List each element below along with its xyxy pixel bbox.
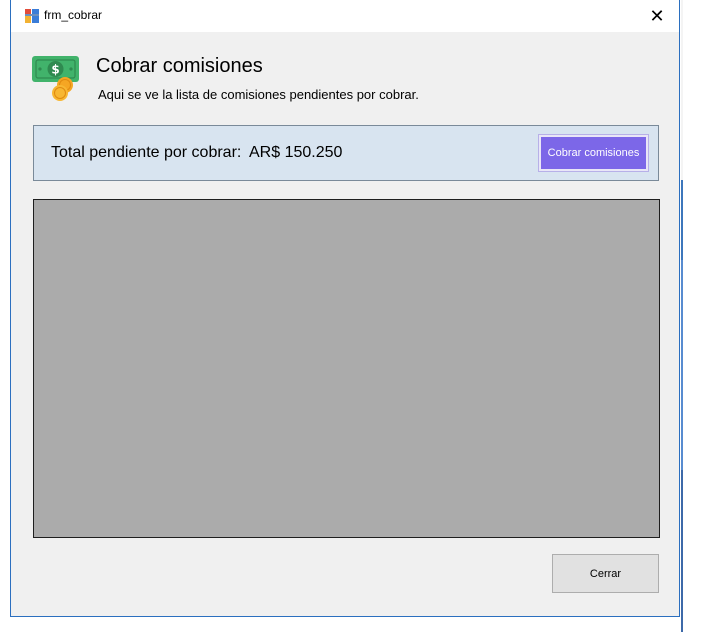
- comisiones-data-grid[interactable]: [33, 199, 660, 538]
- desktop-edge: [681, 0, 702, 632]
- total-label: Total pendiente por cobrar:: [51, 144, 242, 161]
- cobrar-comisiones-button[interactable]: Cobrar comisiones: [538, 134, 649, 172]
- total-panel: Total pendiente por cobrar: AR$ 150.250 …: [33, 125, 659, 181]
- form-window: frm_cobrar ✕ $ Cobrar comisiones Aqui se…: [10, 0, 680, 617]
- cerrar-button[interactable]: Cerrar: [552, 554, 659, 593]
- page-title: Cobrar comisiones: [96, 55, 263, 77]
- desktop-background-strip: [681, 0, 683, 632]
- cobrar-comisiones-label: Cobrar comisiones: [541, 137, 646, 169]
- money-coins-icon: $: [32, 56, 79, 101]
- title-bar[interactable]: frm_cobrar ✕: [11, 0, 679, 32]
- close-icon: ✕: [649, 5, 665, 26]
- window-title: frm_cobrar: [44, 8, 103, 22]
- page-subtitle: Aqui se ve la lista de comisiones pendie…: [98, 87, 419, 102]
- svg-text:$: $: [51, 63, 59, 77]
- close-window-button[interactable]: ✕: [635, 0, 679, 32]
- total-amount: AR$ 150.250: [249, 144, 343, 161]
- form-app-icon: [25, 9, 39, 23]
